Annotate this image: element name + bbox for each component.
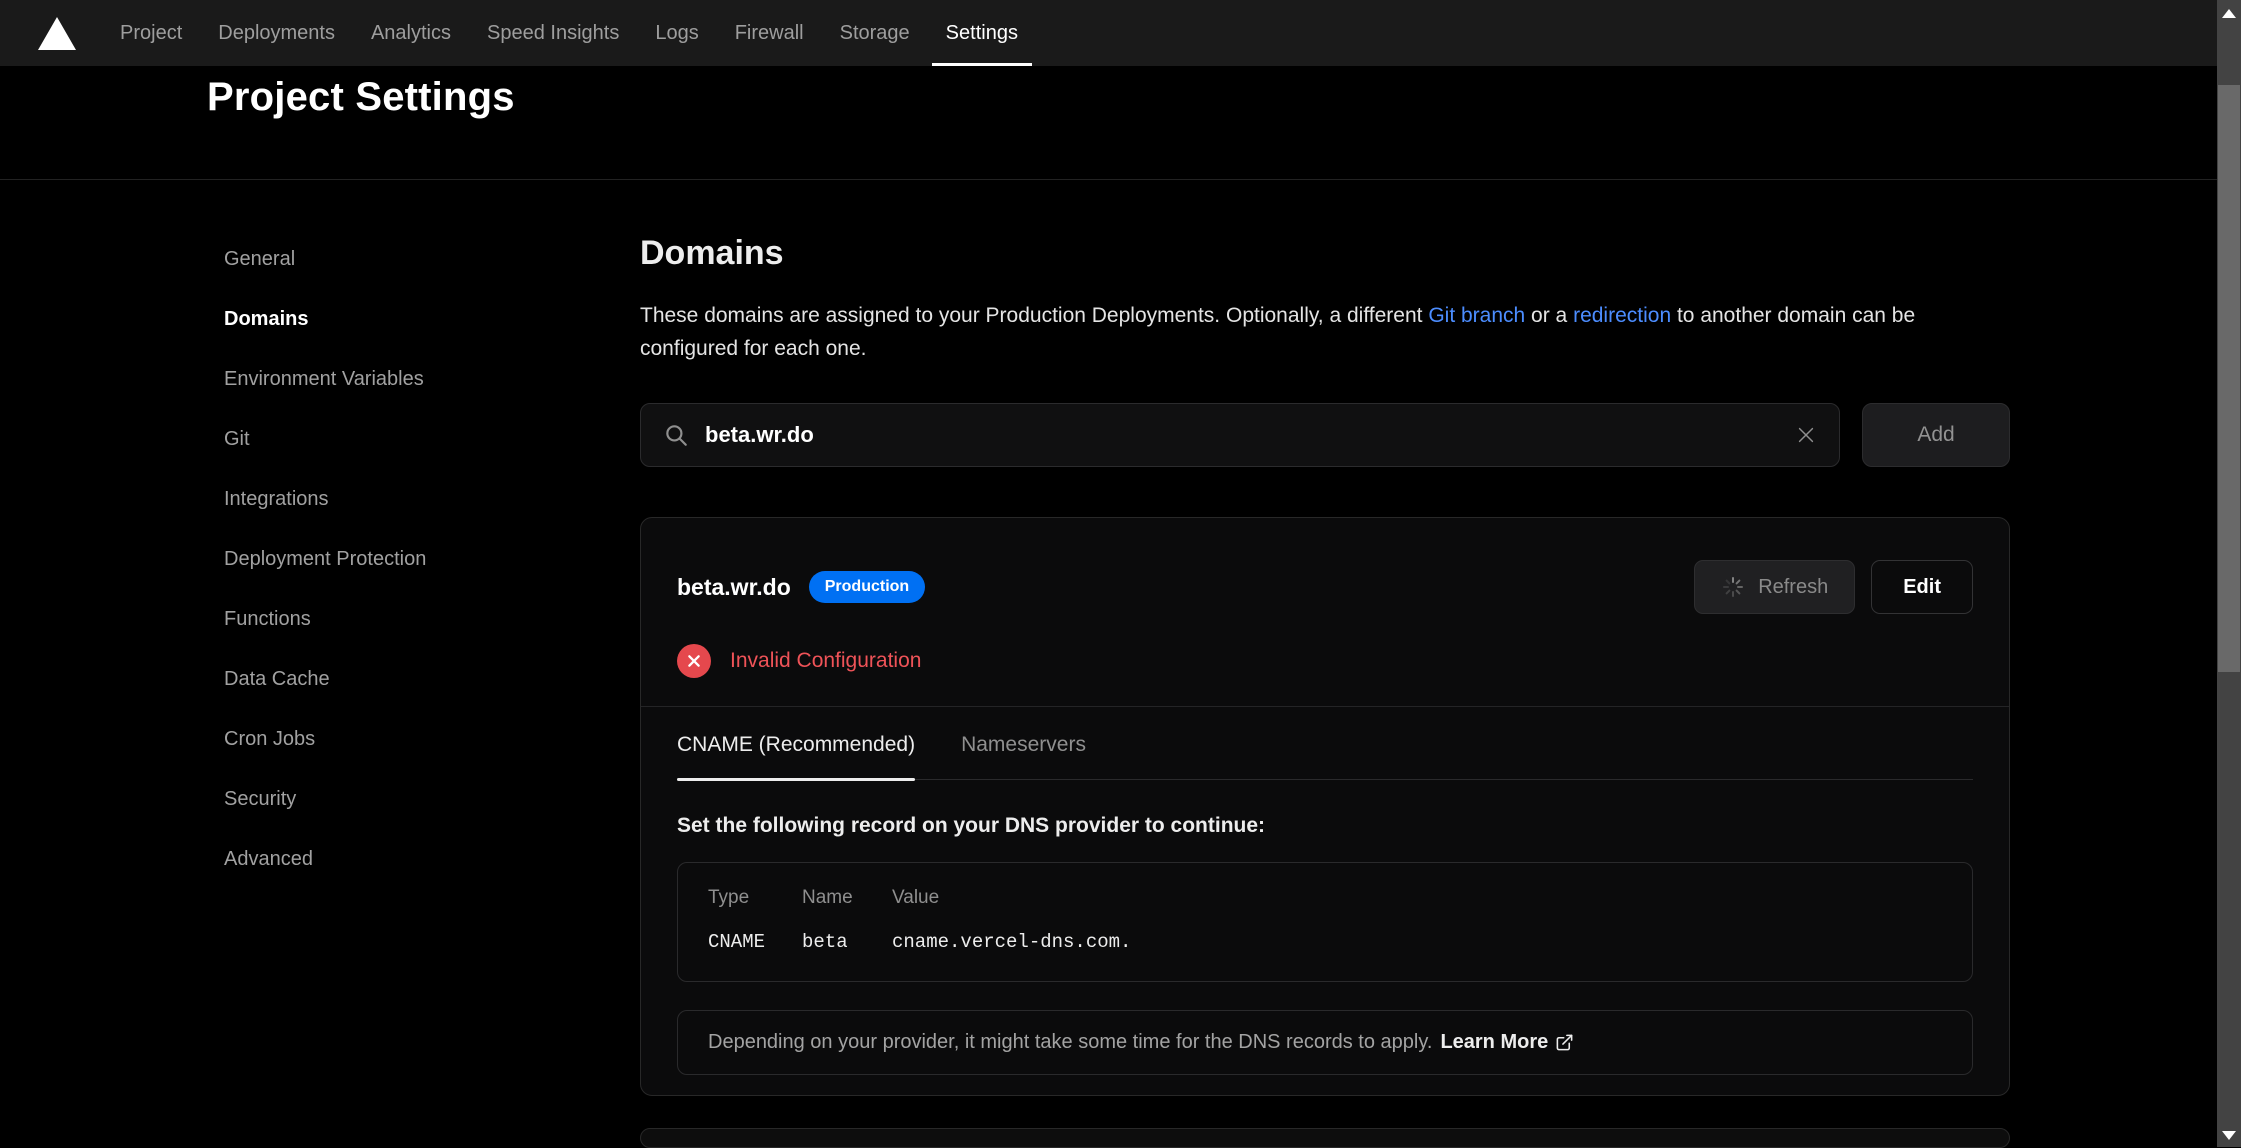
domain-identity: beta.wr.do Production [677, 571, 925, 603]
sidebar-item-git[interactable]: Git [224, 426, 640, 452]
content-area: General Domains Environment Variables Gi… [0, 180, 2217, 1148]
dns-record-table: Type Name Value CNAME beta cname.vercel-… [677, 862, 1973, 982]
nav-item-analytics[interactable]: Analytics [353, 0, 469, 66]
sidebar-item-domains[interactable]: Domains [224, 306, 640, 332]
app-window: Project Deployments Analytics Speed Insi… [0, 0, 2217, 1147]
record-value-type: CNAME [708, 931, 802, 953]
vertical-scrollbar[interactable] [2217, 0, 2241, 1147]
refresh-button[interactable]: Refresh [1694, 560, 1855, 614]
vercel-logo[interactable] [38, 0, 76, 66]
redirection-link[interactable]: redirection [1573, 304, 1671, 327]
sidebar-item-cron-jobs[interactable]: Cron Jobs [224, 726, 640, 752]
section-description: These domains are assigned to your Produ… [640, 299, 1985, 365]
record-value-name: beta [802, 931, 892, 953]
domain-add-row: Add [640, 403, 2010, 467]
add-domain-button[interactable]: Add [1862, 403, 2010, 467]
nav-item-storage[interactable]: Storage [822, 0, 928, 66]
sidebar-item-deployment-protection[interactable]: Deployment Protection [224, 546, 640, 572]
spinner-icon [1721, 575, 1745, 599]
sidebar-item-general[interactable]: General [224, 246, 640, 272]
search-icon [663, 422, 689, 448]
section-title: Domains [640, 234, 2010, 273]
record-header-value: Value [892, 887, 1942, 909]
description-text-2: or a [1525, 304, 1573, 327]
record-value-value: cname.vercel-dns.com. [892, 931, 1942, 953]
domain-search-input[interactable] [705, 422, 1779, 448]
nav-item-project[interactable]: Project [102, 0, 200, 66]
domain-status-row: Invalid Configuration [641, 614, 2009, 706]
domain-card: beta.wr.do Production [640, 517, 2010, 1096]
domain-name: beta.wr.do [677, 574, 791, 601]
description-text-1: These domains are assigned to your Produ… [640, 304, 1428, 327]
scrollbar-thumb[interactable] [2218, 85, 2240, 672]
top-nav: Project Deployments Analytics Speed Insi… [0, 0, 2217, 66]
status-text: Invalid Configuration [730, 649, 921, 673]
nav-item-speed-insights[interactable]: Speed Insights [469, 0, 637, 66]
domain-actions: Refresh Edit [1694, 560, 1973, 614]
dns-note: Depending on your provider, it might tak… [677, 1010, 1973, 1075]
domain-card-header: beta.wr.do Production [641, 518, 2009, 614]
learn-more-link[interactable]: Learn More [1440, 1031, 1574, 1054]
domains-section: Domains These domains are assigned to yo… [640, 180, 2010, 1148]
error-icon [677, 644, 711, 678]
settings-sidebar: General Domains Environment Variables Gi… [224, 180, 640, 1148]
record-header-name: Name [802, 887, 892, 909]
scrollbar-down-arrow-icon[interactable] [2222, 1131, 2236, 1140]
sidebar-item-integrations[interactable]: Integrations [224, 486, 640, 512]
sidebar-item-data-cache[interactable]: Data Cache [224, 666, 640, 692]
sidebar-item-environment-variables[interactable]: Environment Variables [224, 366, 640, 392]
external-link-icon [1555, 1033, 1574, 1052]
nav-item-settings[interactable]: Settings [928, 0, 1036, 66]
tab-cname-recommended[interactable]: CNAME (Recommended) [677, 733, 915, 779]
git-branch-link[interactable]: Git branch [1428, 304, 1525, 327]
sidebar-item-security[interactable]: Security [224, 786, 640, 812]
clear-icon[interactable] [1795, 424, 1817, 446]
edit-button[interactable]: Edit [1871, 560, 1973, 614]
record-header-type: Type [708, 887, 802, 909]
dns-config-section: CNAME (Recommended) Nameservers Set the … [641, 707, 2009, 1075]
vercel-triangle-icon [38, 17, 76, 50]
tab-nameservers[interactable]: Nameservers [961, 733, 1086, 779]
domain-search-box[interactable] [640, 403, 1840, 467]
nav-item-logs[interactable]: Logs [637, 0, 716, 66]
nav-item-firewall[interactable]: Firewall [717, 0, 822, 66]
refresh-label: Refresh [1758, 576, 1828, 599]
dns-tabs: CNAME (Recommended) Nameservers [677, 733, 1973, 780]
learn-more-label: Learn More [1440, 1031, 1548, 1054]
page-title: Project Settings [207, 72, 2217, 122]
scrollbar-up-arrow-icon[interactable] [2222, 9, 2236, 18]
next-domain-card-stub [640, 1128, 2010, 1148]
sidebar-item-advanced[interactable]: Advanced [224, 846, 640, 872]
sidebar-item-functions[interactable]: Functions [224, 606, 640, 632]
dns-instruction: Set the following record on your DNS pro… [677, 814, 1973, 838]
note-text: Depending on your provider, it might tak… [708, 1031, 1432, 1054]
nav-item-deployments[interactable]: Deployments [200, 0, 353, 66]
page-header: Project Settings [0, 66, 2217, 180]
production-badge: Production [809, 571, 925, 603]
